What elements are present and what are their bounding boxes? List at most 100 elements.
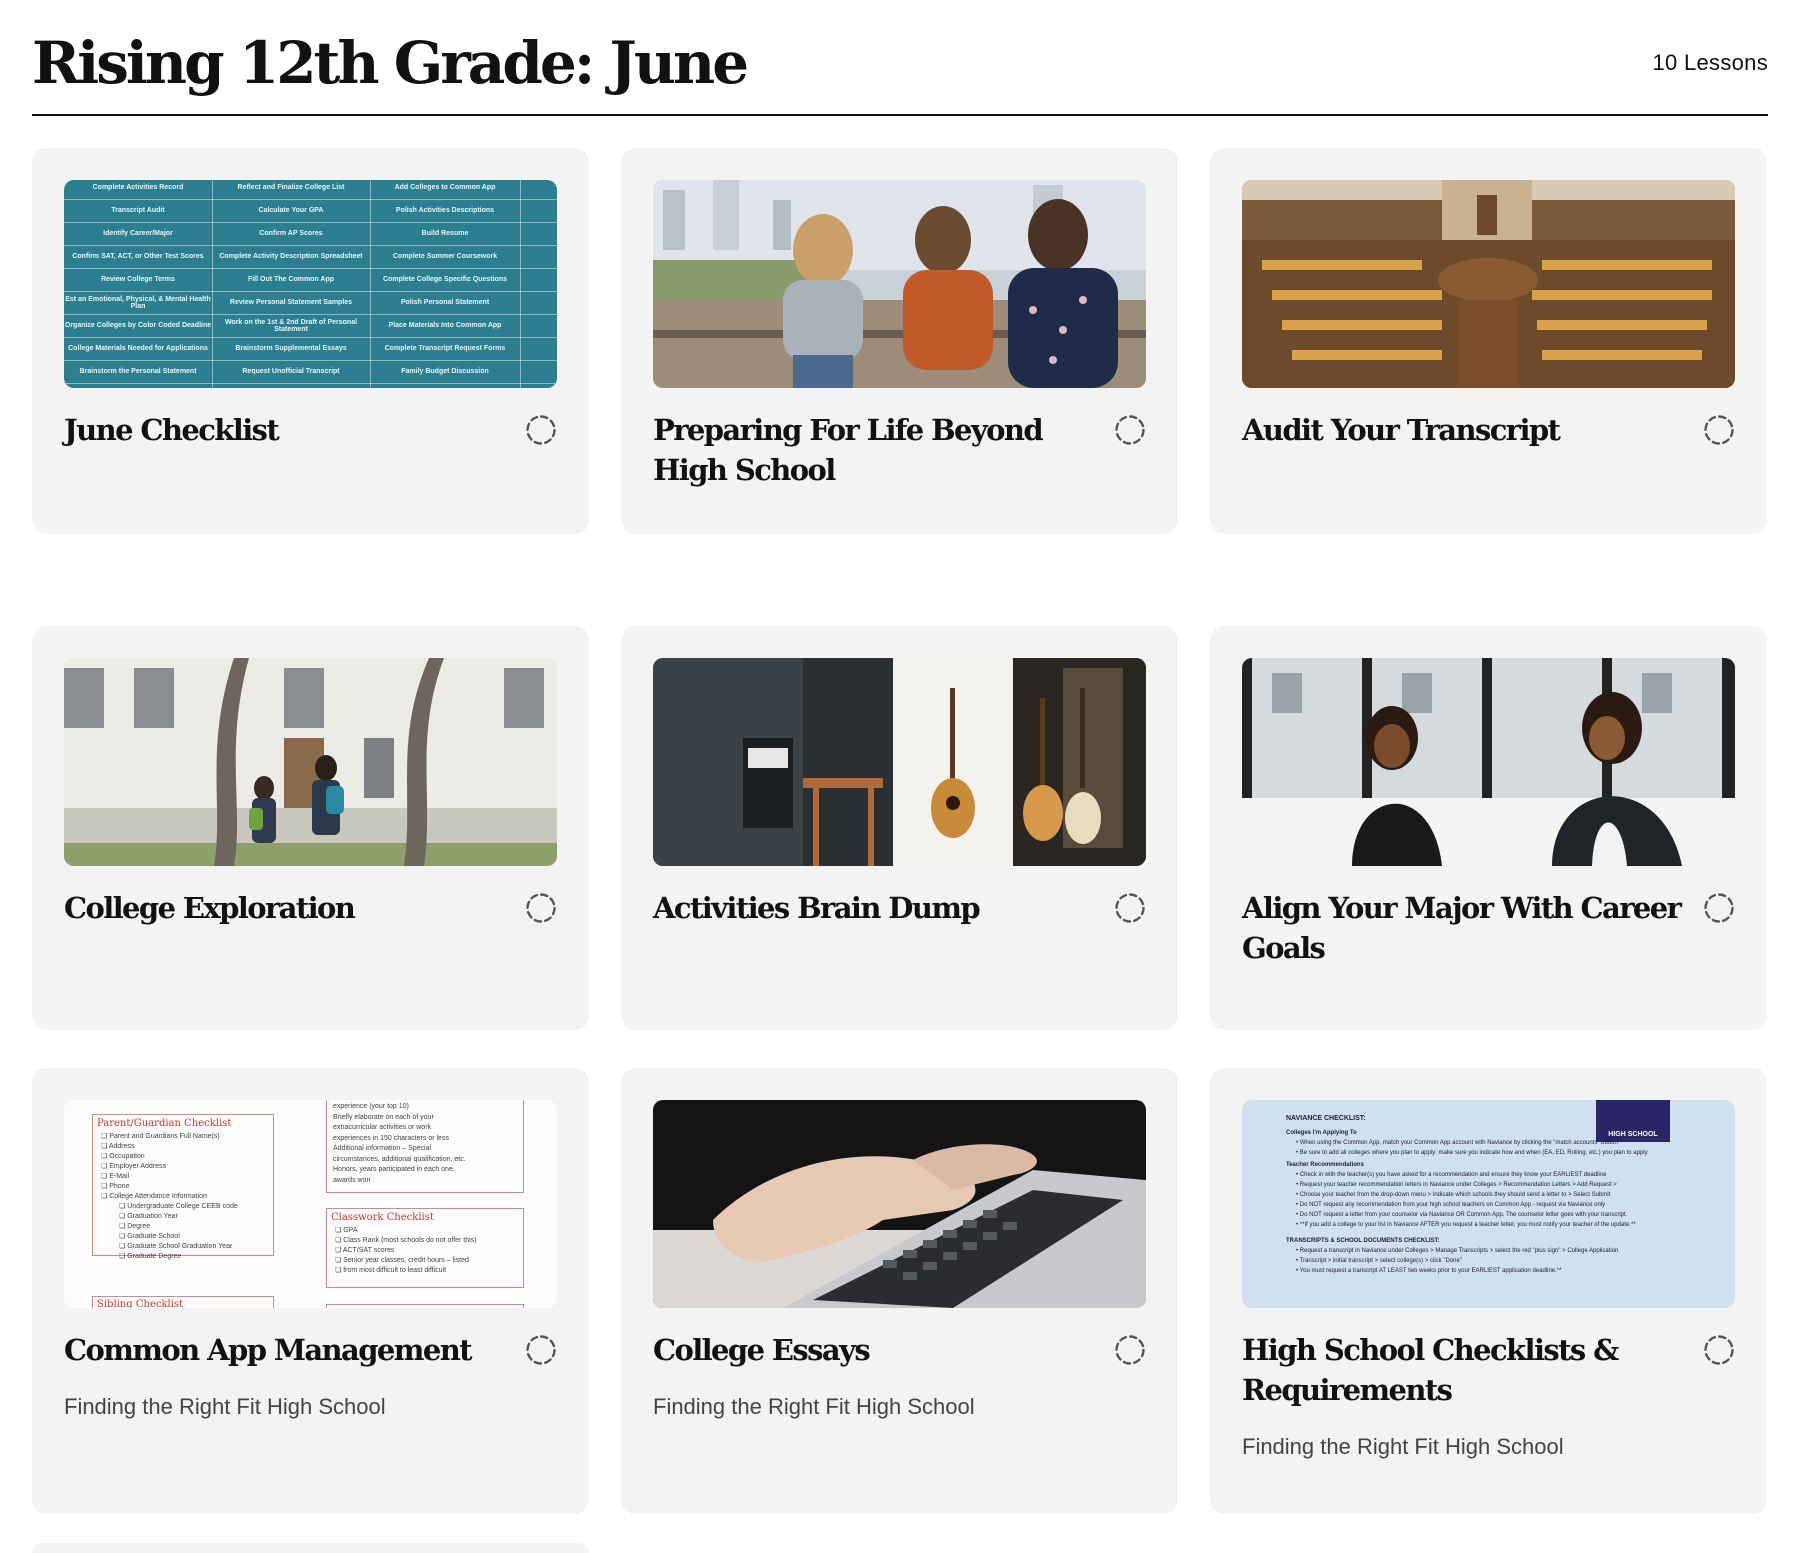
lesson-thumbnail [653, 658, 1146, 866]
doc-line: ❏ GPA [335, 1227, 358, 1234]
doc-line: ❏ Address [101, 1143, 135, 1150]
checklist-cell: Polish Activities Descriptions [395, 207, 495, 214]
dashed-circle-icon [1115, 415, 1145, 445]
checklist-cell: Place Materials Into Common App [388, 322, 502, 329]
doc-line: circumstances, additional qualification,… [333, 1155, 466, 1163]
incomplete-status-icon[interactable] [1703, 892, 1735, 924]
checklist-cell: Calculate Your GPA [258, 207, 324, 214]
lesson-card-audit-transcript[interactable]: Audit Your Transcript [1210, 148, 1767, 534]
checklist-cell: Review Personal Statement Samples [229, 299, 353, 306]
checklist-row: Organize Colleges by Color Coded Deadlin… [64, 314, 557, 338]
doc-line: ❏ Degree [119, 1223, 151, 1230]
lesson-card-activities-brain-dump[interactable]: Activities Brain Dump [621, 626, 1178, 1030]
doc-line: ❏ Parent and Guardians Full Name(s) [101, 1133, 220, 1140]
lesson-count: 10 Lessons [1652, 50, 1768, 75]
lesson-title: Activities Brain Dump [653, 891, 981, 925]
doc-line: • Do NOT request any recommendation from… [1296, 1202, 1606, 1208]
grid-divider [370, 180, 371, 388]
doc-line: • When using the Common App, match your … [1296, 1140, 1618, 1146]
checklist-row: Review College Terms Fill Out The Common … [64, 268, 557, 292]
checklist-cell: Brainstorm Supplemental Essays [235, 345, 347, 352]
page-title: Rising 12th Grade: June [32, 29, 749, 97]
naviance-checklist-image: HIGH SCHOOL NAVIANCE CHECKLIST: Colleges … [1242, 1100, 1735, 1308]
checklist-row: Identify Career/Major Confirm AP Scores Bu… [64, 222, 557, 246]
lesson-thumbnail [653, 1100, 1146, 1308]
typing-laptop-photo [653, 1100, 1146, 1308]
incomplete-status-icon[interactable] [1703, 414, 1735, 446]
checklist-cell: Transcript Audit [111, 207, 165, 214]
doc-heading: Parent/Guardian Checklist [97, 1118, 232, 1129]
incomplete-status-icon[interactable] [1114, 414, 1146, 446]
lesson-card-college-exploration[interactable]: College Exploration [32, 626, 589, 1030]
incomplete-status-icon[interactable] [1703, 1334, 1735, 1366]
doc-line: ❏ Graduation Year [119, 1213, 178, 1220]
lesson-title: Preparing For Life Beyond High School [653, 413, 1044, 487]
incomplete-status-icon[interactable] [525, 892, 557, 924]
checklist-grid-image: Complete Activities Record Reflect and Fi… [64, 180, 557, 388]
lesson-card-preparing-for-life[interactable]: Preparing For Life Beyond High School [621, 148, 1178, 534]
lesson-card-align-major[interactable]: Align Your Major With Career Goals [1210, 626, 1767, 1030]
checklist-cell: Review College Terms [101, 276, 175, 283]
doc-line: ❏ ACT/SAT scores [335, 1247, 395, 1254]
incomplete-status-icon[interactable] [525, 414, 557, 446]
lesson-course-label: Finding the Right Fit High School [653, 1394, 975, 1419]
lesson-thumbnail: Parent/Guardian Checklist ❏ Parent and G… [64, 1100, 557, 1308]
doc-line: • Do NOT request a letter from your coun… [1296, 1212, 1628, 1218]
incomplete-status-icon[interactable] [1114, 892, 1146, 924]
checklist-cell: Fill Out The Common App [247, 276, 335, 283]
doc-line: • **If you add a college to your list in… [1296, 1222, 1636, 1228]
doc-line: ❏ Graduate Degree [119, 1253, 182, 1260]
lesson-thumbnail [1242, 658, 1735, 866]
next-row-card-edge [32, 1543, 589, 1553]
lesson-title: College Exploration [64, 891, 356, 925]
lesson-card-june-checklist[interactable]: Complete Activities Record Reflect and Fi… [32, 148, 589, 534]
lesson-title: High School Checklists & Requirements [1242, 1333, 1619, 1407]
dashed-circle-icon [1115, 1335, 1145, 1365]
lesson-thumbnail [653, 180, 1146, 388]
lesson-course-label: Finding the Right Fit High School [1242, 1434, 1564, 1459]
doc-line: ❏ Employer Address [101, 1163, 167, 1170]
guitars-room-photo [653, 658, 1146, 866]
checklist-cell: Complete Activities Record [92, 184, 184, 191]
checklist-row: College Materials Needed for Application… [64, 337, 557, 361]
dashed-circle-icon [1115, 893, 1145, 923]
doc-line: ❏ Undergraduate College CEEB code [119, 1203, 238, 1210]
checklist-cell: Request Unofficial Transcript [242, 368, 340, 375]
checklist-cell: Complete College Specific Questions [382, 276, 508, 283]
dashed-circle-icon [526, 893, 556, 923]
checklist-row: Complete Activities Record Reflect and Fi… [64, 180, 557, 200]
incomplete-status-icon[interactable] [525, 1334, 557, 1366]
lesson-card-hs-checklists[interactable]: HIGH SCHOOL NAVIANCE CHECKLIST: Colleges … [1210, 1068, 1767, 1514]
doc-line: • Request your teacher recommendation le… [1296, 1182, 1617, 1188]
meeting-photo [1242, 658, 1735, 866]
checklist-row: Est an Emotional, Physical, & Mental Hea… [64, 291, 557, 315]
doc-line: ❏ Phone [101, 1183, 130, 1190]
checklist-cell: Build Resume [421, 230, 469, 237]
doc-heading: Classwork Checklist [331, 1212, 434, 1223]
lesson-thumbnail [1242, 180, 1735, 388]
doc-line: ❏ Occupation [101, 1153, 145, 1160]
doc-line: Teacher Recommendations [1286, 1162, 1364, 1168]
three-friends-photo [653, 180, 1146, 388]
lesson-thumbnail: Complete Activities Record Reflect and Fi… [64, 180, 557, 388]
lesson-thumbnail [64, 658, 557, 866]
doc-line: • Be sure to add all colleges where you … [1296, 1150, 1648, 1156]
doc-line: • Check in with the teacher(s) you have … [1296, 1172, 1607, 1178]
doc-line: Additional information – Special [333, 1145, 432, 1152]
doc-line: Colleges I'm Applying To [1286, 1130, 1357, 1136]
checklist-cell: Complete Activity Description Spreadshee… [219, 253, 363, 260]
doc-line: • Request a transcript in Naviance under… [1296, 1248, 1619, 1254]
checklist-cell: Work on the 1st & 2nd Draft of Personal … [224, 318, 358, 333]
doc-line: ❏ College Attendance Information [101, 1193, 207, 1200]
grid-divider [212, 180, 213, 388]
lesson-card-college-essays[interactable]: College Essays Finding the Right Fit Hig… [621, 1068, 1178, 1514]
doc-line: • You must request a transcript AT LEAST… [1296, 1268, 1562, 1274]
lesson-card-common-app[interactable]: Parent/Guardian Checklist ❏ Parent and G… [32, 1068, 589, 1514]
doc-line: TRANSCRIPTS & SCHOOL DOCUMENTS CHECKLIST… [1286, 1238, 1440, 1244]
doc-line: extracurricular activities or work [333, 1124, 432, 1131]
checklist-row: Brainstorm the Personal Statement Request… [64, 360, 557, 384]
incomplete-status-icon[interactable] [1114, 1334, 1146, 1366]
doc-line: • Transcript > initial transcript > sele… [1296, 1258, 1462, 1264]
common-app-checklist-image: Parent/Guardian Checklist ❏ Parent and G… [64, 1100, 557, 1308]
dashed-circle-icon [526, 415, 556, 445]
